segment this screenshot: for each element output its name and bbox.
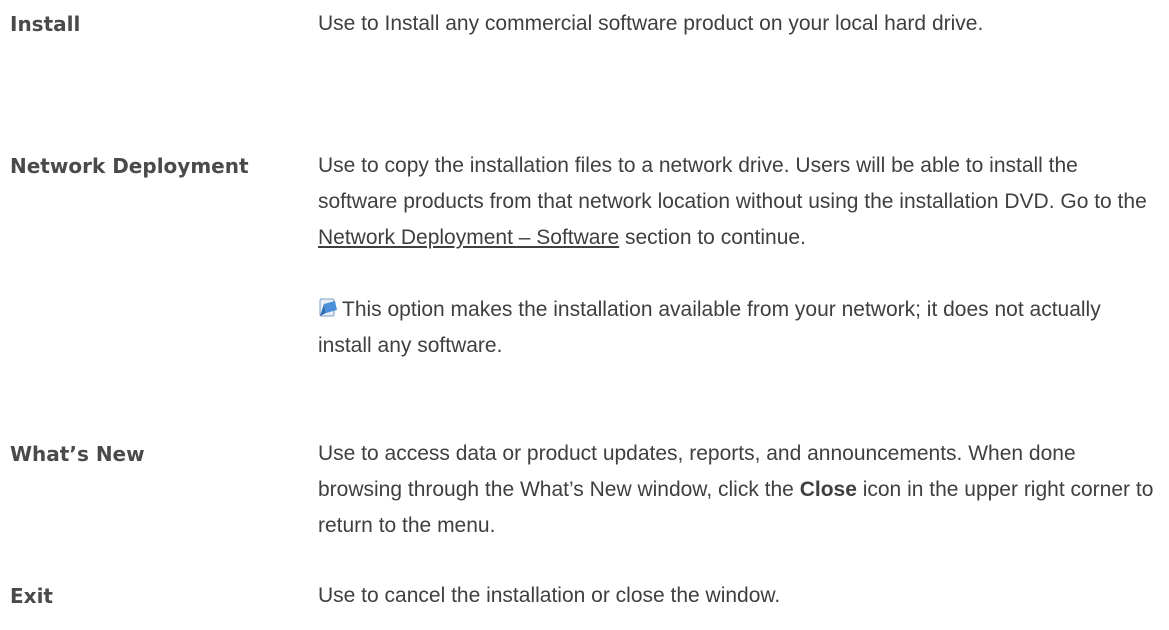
network-deployment-note: This option makes the installation avail…	[318, 292, 1160, 364]
description-exit: Use to cancel the installation or close …	[318, 578, 1160, 614]
description-network-deployment-tail: section to continue.	[619, 226, 806, 249]
term-whats-new: What’s New	[10, 442, 145, 466]
description-install: Use to Install any commercial software p…	[318, 6, 1160, 42]
description-network-deployment-paragraph: Use to copy the installation files to a …	[318, 148, 1160, 256]
term-network-deployment: Network Deployment	[10, 154, 249, 178]
description-whats-new-paragraph: Use to access data or product updates, r…	[318, 436, 1160, 544]
description-network-deployment: Use to copy the installation files to a …	[318, 148, 1160, 256]
note-text: This option makes the installation avail…	[318, 298, 1101, 357]
term-install: Install	[10, 12, 81, 36]
description-whats-new: Use to access data or product updates, r…	[318, 436, 1160, 544]
note-icon	[318, 294, 338, 317]
description-install-text: Use to Install any commercial software p…	[318, 12, 984, 35]
description-network-deployment-text: Use to copy the installation files to a …	[318, 154, 1147, 213]
description-exit-text: Use to cancel the installation or close …	[318, 584, 781, 607]
network-deployment-software-link[interactable]: Network Deployment – Software	[318, 226, 619, 249]
close-label: Close	[799, 478, 857, 501]
term-exit: Exit	[10, 584, 53, 608]
